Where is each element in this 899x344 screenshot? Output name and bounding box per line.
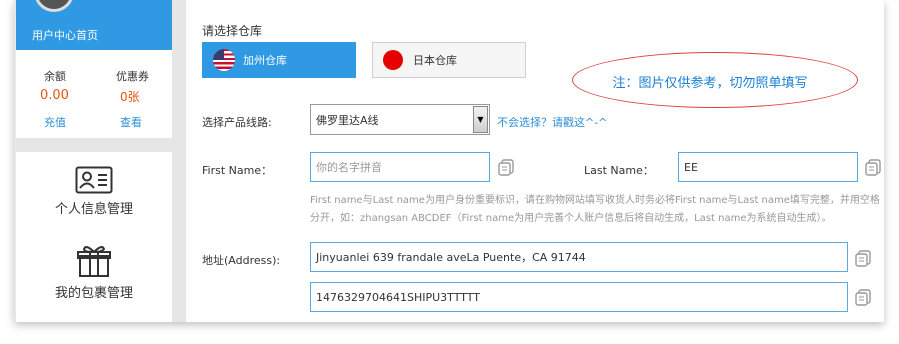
- copy-icon[interactable]: [854, 249, 872, 267]
- first-name-label: First Name：: [202, 164, 273, 177]
- address-line1-input[interactable]: Jinyuanlei 639 frandale aveLa Puente，CA …: [310, 242, 848, 272]
- address-label: 地址(Address):: [202, 254, 281, 267]
- route-select-value: 佛罗里达A线: [316, 113, 379, 127]
- address-line2-input[interactable]: 1476329704641SHIPU3TTTTT: [310, 282, 848, 312]
- route-help-link[interactable]: 不会选择？请戳这^-^: [497, 114, 607, 130]
- sidebar-item-packages[interactable]: 我的包裹管理: [16, 244, 172, 301]
- balance-label: 余额: [44, 70, 66, 83]
- first-name-placeholder: 你的名字拼音: [316, 161, 382, 174]
- copy-icon[interactable]: [497, 158, 515, 176]
- gift-package-icon: [16, 244, 172, 278]
- warehouse-japan-button[interactable]: 日本仓库: [372, 42, 526, 78]
- warehouse-california-button[interactable]: 加州仓库: [202, 42, 356, 78]
- user-header: 用户中心首页: [16, 0, 172, 50]
- user-summary-card: 用户中心首页 余额 优惠券 0.00 0张 充值 查看: [16, 0, 172, 138]
- route-label: 选择产品线路:: [202, 116, 272, 129]
- last-name-input[interactable]: EE: [678, 152, 858, 182]
- route-select[interactable]: 佛罗里达A线 ▼: [310, 104, 490, 135]
- japan-flag-icon: [383, 50, 403, 70]
- us-flag-icon: [213, 49, 235, 71]
- coupon-value: 0张: [120, 88, 140, 105]
- copy-icon[interactable]: [864, 158, 882, 176]
- main-panel: 请选择仓库 加州仓库 日本仓库 注：图片仅供参考，切勿照单填写 选择产品线路: …: [186, 0, 884, 322]
- reference-note-text: 注：图片仅供参考，切勿照单填写: [612, 75, 808, 91]
- view-coupons-link[interactable]: 查看: [120, 114, 142, 130]
- coupon-label: 优惠券: [116, 70, 149, 83]
- warehouse-label: 加州仓库: [243, 54, 287, 67]
- address-line2-value: 1476329704641SHIPU3TTTTT: [316, 290, 480, 304]
- warehouse-title: 请选择仓库: [202, 24, 263, 38]
- copy-icon[interactable]: [854, 288, 872, 306]
- id-card-icon: [16, 166, 172, 194]
- last-name-value: EE: [684, 160, 698, 174]
- last-name-label: Last Name：: [584, 164, 654, 177]
- reference-note: 注：图片仅供参考，切勿照单填写: [572, 52, 858, 108]
- coupon-value-text: 0张: [120, 90, 140, 104]
- sidebar-item-label: 我的包裹管理: [54, 286, 133, 301]
- balance-value: 0.00: [40, 88, 69, 103]
- address-line1-value: Jinyuanlei 639 frandale aveLa Puente，CA …: [316, 251, 586, 264]
- sidebar-item-profile[interactable]: 个人信息管理: [16, 166, 172, 217]
- user-home-link[interactable]: 用户中心首页: [32, 27, 98, 43]
- first-name-input[interactable]: 你的名字拼音: [310, 152, 490, 182]
- chevron-down-icon[interactable]: ▼: [473, 106, 488, 133]
- sidebar-menu: 个人信息管理 我的包裹管理: [16, 152, 172, 322]
- avatar[interactable]: [34, 0, 74, 12]
- sidebar-item-label: 个人信息管理: [54, 202, 133, 217]
- warehouse-label: 日本仓库: [413, 54, 457, 67]
- name-hint: First name与Last name为用户身份重要标识，请在购物网站填写收货…: [310, 195, 880, 224]
- recharge-link[interactable]: 充值: [44, 114, 66, 130]
- page-frame: 用户中心首页 余额 优惠券 0.00 0张 充值 查看 个人信息管理 我的包裹管…: [14, 0, 884, 322]
